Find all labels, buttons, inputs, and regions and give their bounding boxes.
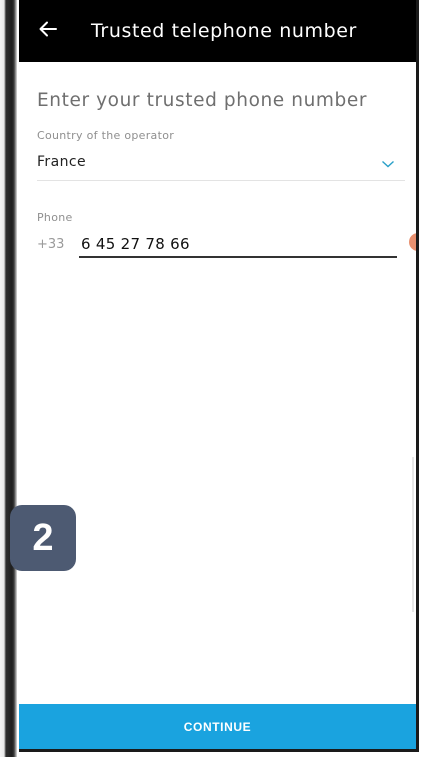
page: Trusted telephone number Enter your trus… — [0, 0, 423, 757]
device-bezel — [0, 0, 17, 757]
scrollbar — [412, 457, 414, 612]
page-title: Trusted telephone number — [91, 20, 357, 42]
form-heading: Enter your trusted phone number — [37, 90, 368, 111]
side-handle[interactable] — [409, 233, 416, 251]
trusted-number-form: Enter your trusted phone number Country … — [37, 62, 405, 258]
phone-field: +33 — [37, 235, 405, 258]
step-number-badge: 2 — [10, 505, 76, 571]
phone-label: Phone — [37, 211, 73, 224]
country-value: France — [37, 154, 86, 170]
country-code-prefix: +33 — [37, 237, 65, 252]
continue-button[interactable]: CONTINUE — [19, 704, 416, 749]
country-select[interactable]: France — [37, 151, 405, 181]
back-button[interactable] — [19, 0, 77, 62]
arrow-left-icon — [39, 21, 57, 41]
device-bottom-edge — [19, 749, 419, 752]
chevron-down-icon — [381, 154, 395, 173]
phone-screen: Trusted telephone number Enter your trus… — [19, 0, 419, 752]
app-bar: Trusted telephone number — [19, 0, 416, 62]
country-label: Country of the operator — [37, 129, 175, 142]
phone-input[interactable] — [79, 235, 397, 258]
